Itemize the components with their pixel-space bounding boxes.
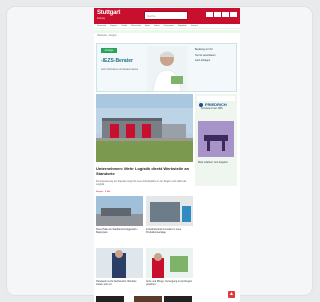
teaser-strip-2[interactable] (134, 296, 162, 302)
promo-badge: Anzeige (101, 48, 117, 53)
main-nav: Startseite Region Politik Wirtschaft Spo… (94, 24, 240, 29)
breadcrumb[interactable]: Startseite › Region (97, 34, 117, 37)
hero-image[interactable] (96, 94, 193, 162)
article-2-image[interactable] (146, 196, 193, 226)
search-placeholder: Suche (147, 13, 156, 18)
hero-meta: Region · 3 Min. (96, 191, 111, 193)
menu-button[interactable] (222, 12, 229, 17)
promo-benefit-1: Beratung vor Ort (195, 48, 213, 51)
nav-item-guide[interactable]: Ratgeber (178, 25, 187, 27)
article-4-image[interactable] (146, 248, 193, 278)
article-1-caption[interactable]: Neue Halle am Stadtrand fertiggestellt –… (96, 228, 143, 234)
login-button[interactable] (206, 12, 213, 17)
promo-benefit-3: Jetzt anfragen (195, 59, 211, 62)
sidebar-ad[interactable]: FRIEDRICH Kompetenz seit 1955 Mehr erfah… (195, 94, 237, 186)
nav-item-region[interactable]: Region (110, 25, 117, 27)
teaser-strip-3[interactable] (164, 296, 192, 302)
nav-item-panorama[interactable]: Panorama (164, 25, 174, 27)
hero-headline[interactable]: Unternehmen: Mehr Logistik direkt Werkst… (96, 166, 192, 176)
article-3-caption[interactable]: Handwerk sucht Nachwuchs: Betriebe stell… (96, 280, 143, 286)
hero-teaser: Die Erweiterung am Standort sorgt für ne… (96, 180, 187, 187)
promo-benefits: Beratung vor Ort Termin vereinbaren Jetz… (195, 48, 235, 88)
sidebar-ad-subtitle: Kompetenz seit 1955 (201, 108, 223, 110)
news-page: Stuttgart Zeitung Suche Startseite Regio… (94, 8, 240, 302)
nav-item-culture[interactable]: Kultur (154, 25, 160, 27)
sidebar-ad-brand: FRIEDRICH (205, 102, 227, 107)
nav-item-service[interactable]: Service (191, 25, 198, 27)
epaper-button[interactable] (230, 12, 237, 17)
brand-mark-icon (199, 103, 203, 107)
sidebar-ad-header (197, 96, 235, 101)
sidebar-ad-caption: Mehr erfahren zum Angebot (198, 161, 228, 164)
promo-banner[interactable]: Anzeige -IEZS-Berater Jetzt informieren … (96, 43, 237, 92)
article-1-image[interactable] (96, 196, 143, 226)
nav-item-home[interactable]: Startseite (97, 25, 106, 27)
scroll-to-top-icon[interactable]: ▲ (228, 291, 235, 298)
promo-person-image (147, 46, 187, 91)
promo-benefit-2: Termin vereinbaren (195, 53, 216, 57)
subscribe-button[interactable] (214, 12, 221, 17)
nav-item-sport[interactable]: Sport (145, 25, 150, 27)
teaser-strip-1[interactable] (96, 296, 124, 302)
nav-item-economy[interactable]: Wirtschaft (131, 25, 141, 27)
promo-text: Jetzt informieren und beraten lassen (101, 69, 139, 71)
site-header: Stuttgart Zeitung Suche (94, 8, 240, 24)
search-input[interactable]: Suche (144, 11, 188, 20)
article-4-caption[interactable]: Ärzte und Pflege: Versorgung in der Regi… (146, 280, 193, 286)
sub-nav-bar (94, 30, 240, 33)
site-logo-subtitle: Zeitung (97, 17, 105, 20)
promo-headline: -IEZS-Berater (101, 58, 133, 64)
sidebar-ad-image (198, 121, 234, 157)
article-3-image[interactable] (96, 248, 143, 278)
nav-item-politics[interactable]: Politik (121, 25, 127, 27)
article-2-caption[interactable]: Industriebetrieb investiert in neue Prod… (146, 228, 193, 234)
header-actions (206, 12, 237, 17)
site-logo[interactable]: Stuttgart (97, 10, 120, 16)
